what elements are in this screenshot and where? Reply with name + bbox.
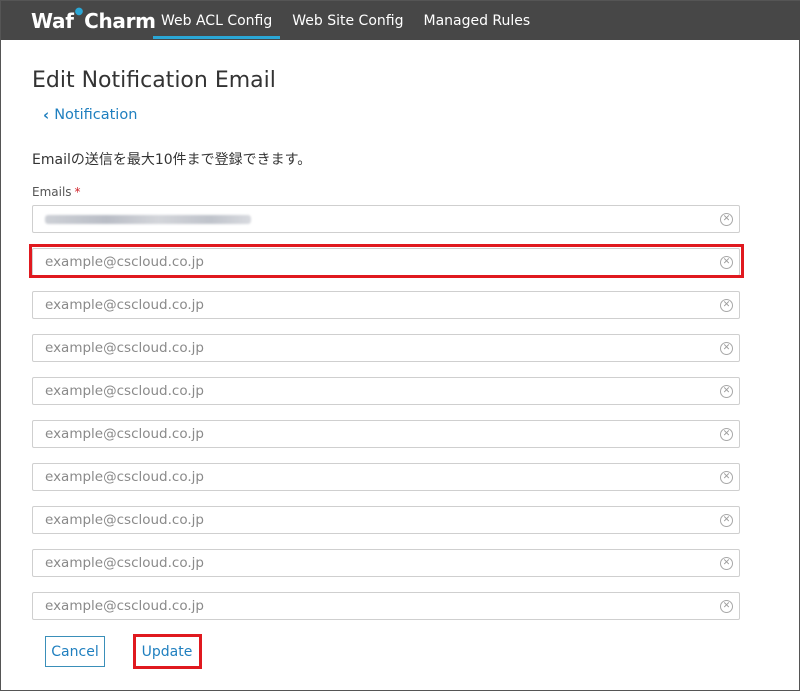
email-input-row-5[interactable]: ✕	[32, 377, 740, 405]
clear-circle-icon[interactable]: ✕	[720, 213, 733, 226]
email-input-8[interactable]	[33, 507, 739, 533]
cancel-button[interactable]: Cancel	[45, 636, 105, 667]
email-input-row-4[interactable]: ✕	[32, 334, 740, 362]
email-input-row-6[interactable]: ✕	[32, 420, 740, 448]
clear-circle-icon[interactable]: ✕	[720, 385, 733, 398]
wafcharm-logo[interactable]: Waf ● Charm	[1, 1, 156, 40]
clear-circle-icon[interactable]: ✕	[720, 514, 733, 527]
chevron-left-icon: ‹	[43, 106, 50, 124]
emails-field-label: Emails *	[32, 185, 81, 199]
email-input-4[interactable]	[33, 335, 739, 361]
clear-circle-icon[interactable]: ✕	[720, 557, 733, 570]
email-input-row-7[interactable]: ✕	[32, 463, 740, 491]
back-to-notification-link[interactable]: ‹ Notification	[43, 106, 137, 124]
page-title: Edit Notification Email	[32, 68, 276, 93]
clear-circle-icon[interactable]: ✕	[720, 256, 733, 269]
page-description: Emailの送信を最大10件まで登録できます。	[32, 152, 312, 168]
email-input-3[interactable]	[33, 292, 739, 318]
email-input-row-10[interactable]: ✕	[32, 592, 740, 620]
clear-circle-icon[interactable]: ✕	[720, 342, 733, 355]
tab-web-acl-config[interactable]: Web ACL Config	[153, 1, 281, 40]
update-button[interactable]: Update	[135, 636, 199, 667]
tab-web-site-config[interactable]: Web Site Config	[284, 1, 411, 40]
email-input-5[interactable]	[33, 378, 739, 404]
email-input-7[interactable]	[33, 464, 739, 490]
email-input-row-2[interactable]: ✕	[32, 248, 740, 276]
email-input-2[interactable]	[33, 249, 739, 275]
email-input-10[interactable]	[33, 593, 739, 619]
clear-circle-icon[interactable]: ✕	[720, 471, 733, 484]
required-marker: *	[74, 185, 81, 199]
email-input-9[interactable]	[33, 550, 739, 576]
clear-circle-icon[interactable]: ✕	[720, 299, 733, 312]
tab-managed-rules[interactable]: Managed Rules	[415, 1, 538, 40]
redacted-email-value	[45, 215, 251, 224]
email-input-row-8[interactable]: ✕	[32, 506, 740, 534]
email-input-6[interactable]	[33, 421, 739, 447]
email-input-row-3[interactable]: ✕	[32, 291, 740, 319]
top-nav-bar: Waf ● Charm Web ACL Config Web Site Config…	[1, 1, 800, 40]
clear-circle-icon[interactable]: ✕	[720, 600, 733, 613]
clear-circle-icon[interactable]: ✕	[720, 428, 733, 441]
email-input-row-9[interactable]: ✕	[32, 549, 740, 577]
email-input-row-1[interactable]: ✕	[32, 205, 740, 233]
